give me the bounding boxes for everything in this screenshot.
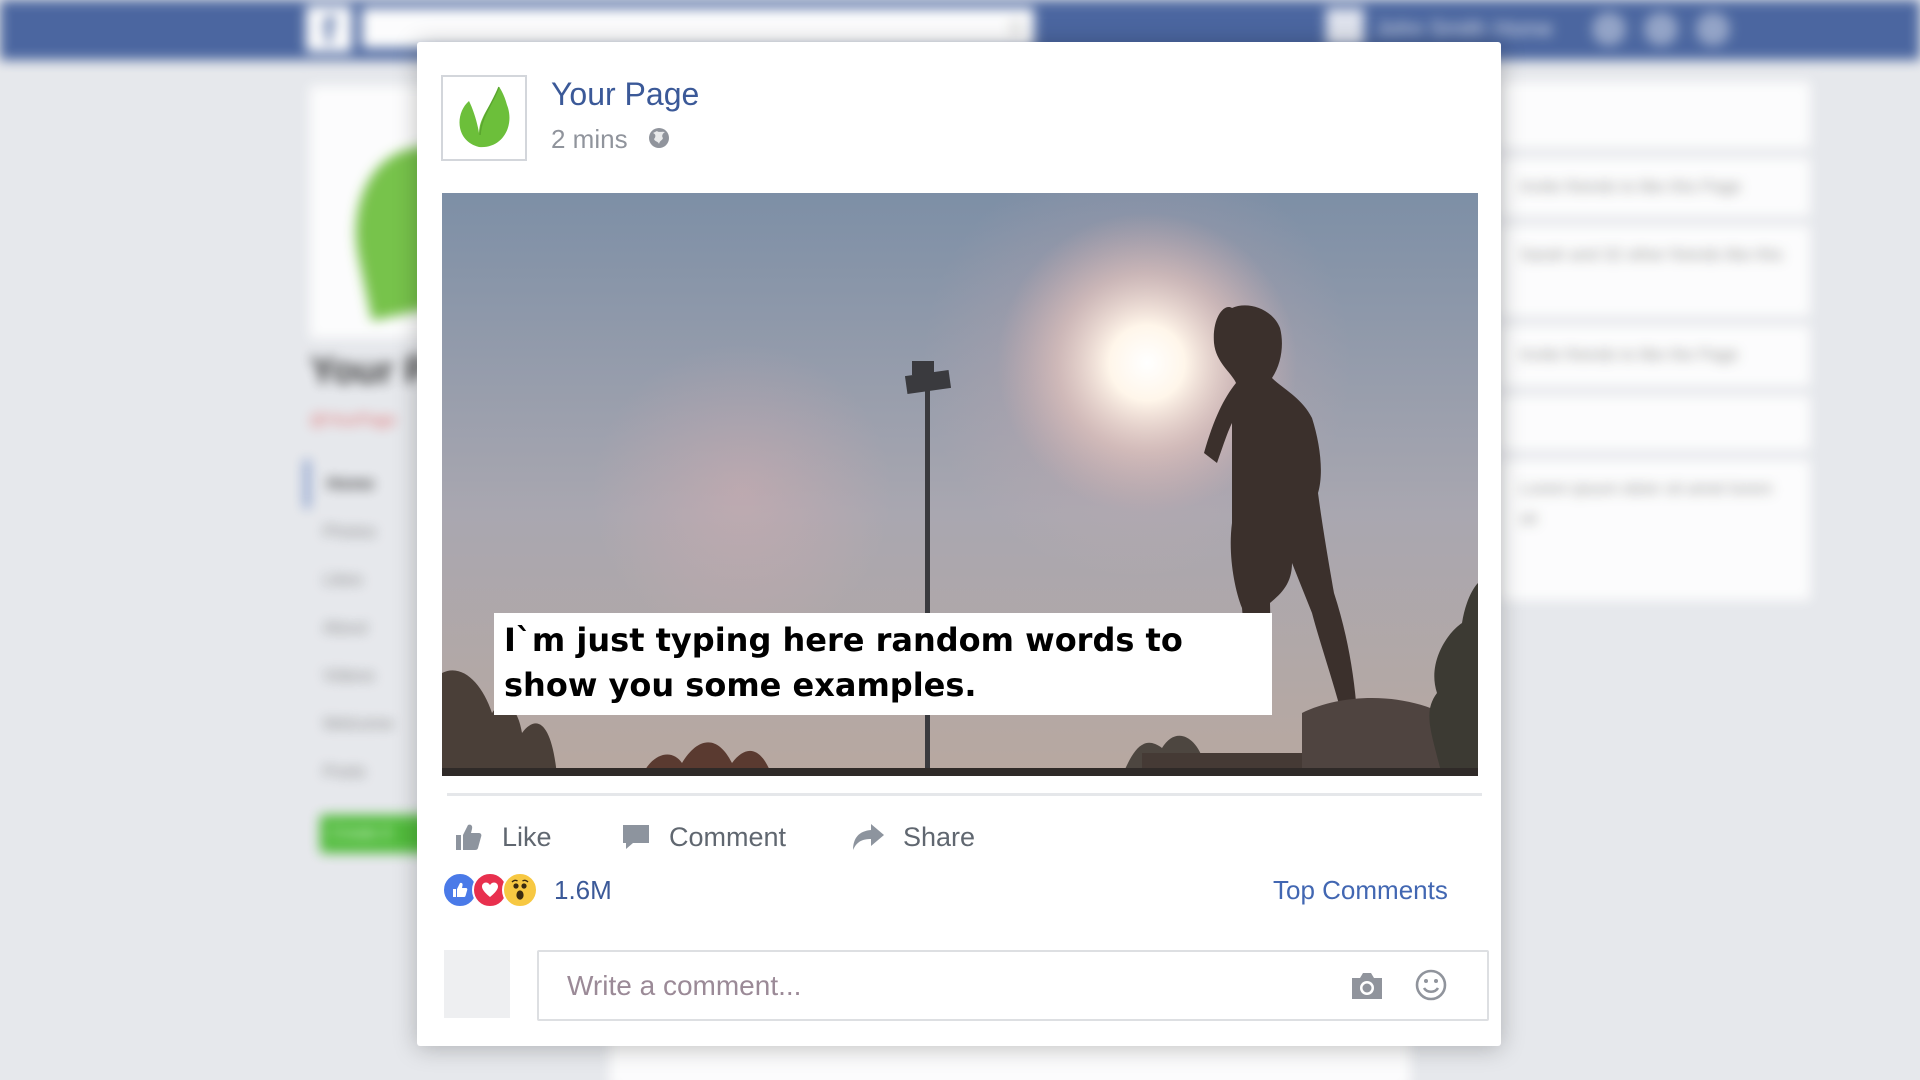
nav-item-photos[interactable]: Photos [305, 508, 394, 556]
wow-reaction-icon [502, 872, 538, 908]
divider [447, 793, 1482, 796]
page-nav: Home Photos Likes About Videos Welcome P… [305, 460, 394, 796]
share-icon [853, 824, 884, 850]
home-link[interactable]: Home [1494, 16, 1553, 42]
screen: f ⚲ John Smith Home Your P @YourPage Hom… [0, 0, 1920, 1080]
post-meta: 2 mins [551, 124, 671, 157]
user-name-link[interactable]: John Smith [1376, 16, 1486, 42]
comment-input[interactable] [539, 952, 1319, 1019]
messages-icon[interactable] [1644, 12, 1678, 46]
like-button[interactable]: Like [452, 812, 552, 862]
nav-item-welcome[interactable]: Welcome [305, 700, 394, 748]
page-avatar[interactable] [441, 75, 527, 161]
post-time[interactable]: 2 mins [551, 124, 628, 154]
globe-icon[interactable] [647, 126, 671, 157]
right-box: Invite friends to like this Page [1500, 158, 1810, 216]
emoji-icon[interactable] [1414, 968, 1448, 1007]
facebook-logo[interactable]: f [306, 6, 352, 52]
right-box: Invite friends to like the Page [1500, 326, 1810, 386]
nav-item-videos[interactable]: Videos [305, 652, 394, 700]
comment-button[interactable]: Comment [621, 812, 786, 862]
nav-item-home[interactable]: Home [305, 460, 394, 508]
right-box [1500, 396, 1810, 450]
user-avatar[interactable] [1326, 8, 1364, 46]
share-button[interactable]: Share [851, 812, 975, 862]
comment-box [537, 950, 1489, 1021]
share-label: Share [903, 821, 976, 852]
notifications-icon[interactable] [1696, 12, 1730, 46]
friends-icon[interactable] [1592, 12, 1626, 46]
nav-item-likes[interactable]: Likes [305, 556, 394, 604]
nav-item-posts[interactable]: Posts [305, 748, 394, 796]
camera-icon[interactable] [1349, 970, 1385, 1007]
search-icon[interactable]: ⚲ [1008, 16, 1024, 42]
page-title: Your P [310, 350, 430, 392]
reactions-summary[interactable]: 1.6M [442, 870, 612, 910]
post-card: Your Page 2 mins I`m just typing here ra… [417, 42, 1501, 1046]
nav-item-about[interactable]: About [305, 604, 394, 652]
leaf-logo-icon [459, 86, 510, 148]
right-column: Invite friends to like this Page Sarah a… [1500, 82, 1810, 610]
right-box [1500, 82, 1810, 148]
like-label: Like [502, 821, 552, 852]
comment-icon [623, 825, 649, 849]
create-button[interactable]: Create A [320, 815, 430, 853]
video-caption: I`m just typing here random words to sho… [494, 613, 1272, 715]
post-author-link[interactable]: Your Page [551, 76, 699, 113]
video-player[interactable]: I`m just typing here random words to sho… [442, 193, 1478, 776]
avatar [444, 950, 510, 1018]
right-box: Sarah and 32 other friends like this [1500, 226, 1810, 316]
comment-label: Comment [669, 821, 787, 852]
thumbs-up-icon [456, 824, 482, 850]
top-comments-link[interactable]: Top Comments [1273, 875, 1448, 906]
page-handle: @YourPage [310, 412, 396, 429]
reaction-count[interactable]: 1.6M [554, 875, 612, 906]
right-box: Lorem ipsum dolor sit amet lorem sit [1500, 460, 1810, 600]
